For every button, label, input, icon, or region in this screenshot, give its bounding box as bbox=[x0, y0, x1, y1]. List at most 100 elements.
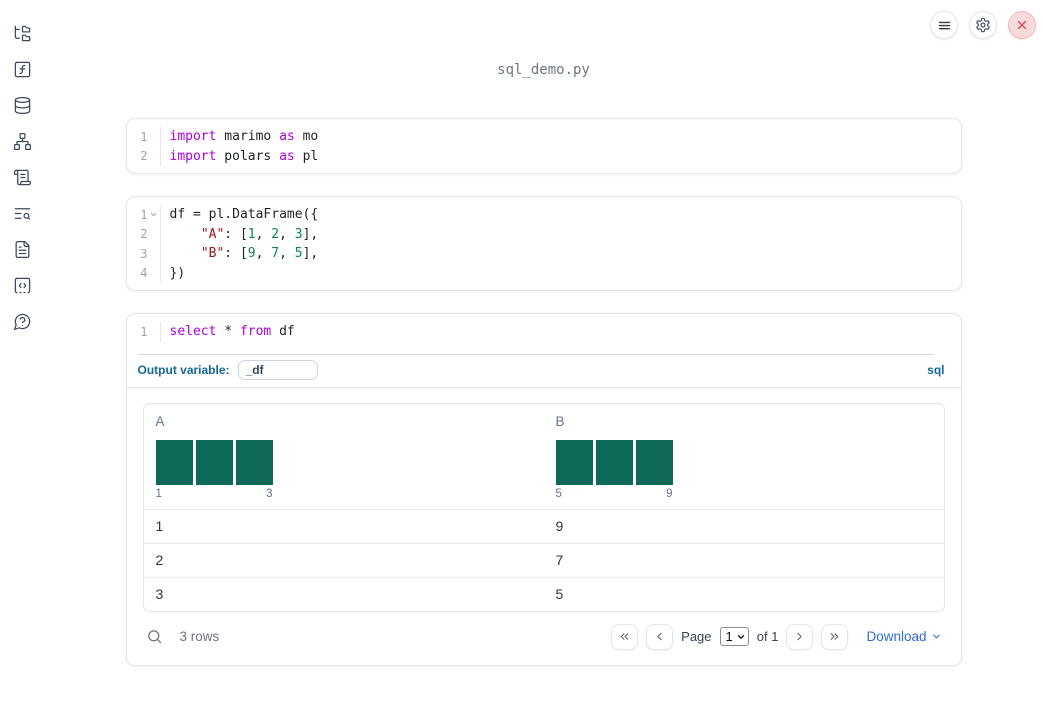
column-header-a[interactable]: A 1 3 bbox=[144, 404, 544, 509]
histogram-bar bbox=[235, 439, 273, 485]
next-page-button[interactable] bbox=[786, 623, 814, 650]
help-bubble-icon[interactable] bbox=[12, 311, 32, 331]
histogram-min-label: 5 bbox=[555, 487, 562, 500]
output-variable-input[interactable] bbox=[237, 359, 318, 380]
code-line[interactable]: "B": [9, 7, 5], bbox=[161, 244, 961, 264]
list-search-icon[interactable] bbox=[12, 203, 32, 223]
column-name: B bbox=[555, 413, 565, 429]
code-line[interactable]: "A": [1, 2, 3], bbox=[161, 225, 961, 245]
last-page-button[interactable] bbox=[821, 623, 849, 650]
line-number: 1 bbox=[127, 205, 160, 225]
network-icon[interactable] bbox=[12, 131, 32, 151]
chevron-left-icon bbox=[657, 632, 662, 641]
page-label: Page bbox=[681, 629, 712, 644]
table-row[interactable]: 27 bbox=[143, 544, 944, 578]
fold-slot-empty bbox=[148, 228, 160, 240]
gutter: 1234 bbox=[127, 205, 161, 283]
table-row[interactable]: 19 bbox=[143, 510, 944, 544]
code-cell-imports[interactable]: 12 import marimo as mo import polars as p… bbox=[125, 118, 962, 174]
code-lines[interactable]: df = pl.DataFrame({ "A": [1, 2, 3], "B":… bbox=[161, 205, 961, 283]
dataframe-table: A 1 3 B 5 9 1 9 2 7 3 5 bbox=[142, 402, 945, 612]
column-name: A bbox=[155, 413, 165, 429]
table-cell: 2 bbox=[155, 552, 164, 568]
code-lines[interactable]: import marimo as mo import polars as pl bbox=[161, 127, 961, 166]
code-line[interactable]: select * from df bbox=[161, 322, 961, 342]
column-histogram bbox=[155, 439, 532, 485]
code-editor[interactable]: 1234 df = pl.DataFrame({ "A": [1, 2, 3],… bbox=[127, 197, 961, 290]
table-header: A 1 3 B 5 9 bbox=[143, 404, 944, 510]
histogram-range-labels: 1 3 bbox=[156, 488, 273, 500]
page-select-value: 1 bbox=[725, 629, 733, 644]
table-cell: 1 bbox=[155, 518, 164, 534]
histogram-bar bbox=[595, 439, 633, 485]
previous-page-button[interactable] bbox=[646, 623, 674, 650]
table-body: 192735 bbox=[143, 510, 944, 611]
line-number: 3 bbox=[127, 244, 160, 264]
cell-column: 12 import marimo as mo import polars as p… bbox=[125, 118, 962, 666]
download-label: Download bbox=[866, 629, 927, 644]
pagination: Page 1 of 1 Download bbox=[611, 623, 941, 650]
chevrons-left-icon bbox=[620, 633, 629, 640]
page-select[interactable]: 1 bbox=[719, 627, 749, 646]
histogram-bar bbox=[555, 439, 593, 485]
fold-chevron-icon[interactable] bbox=[148, 209, 160, 221]
code-cell-dataframe[interactable]: 1234 df = pl.DataFrame({ "A": [1, 2, 3],… bbox=[125, 196, 962, 291]
download-button[interactable]: Download bbox=[866, 629, 941, 644]
chevrons-right-icon bbox=[831, 633, 839, 640]
table-cell: 5 bbox=[555, 586, 564, 602]
scroll-icon[interactable] bbox=[12, 167, 32, 187]
fold-slot-empty bbox=[148, 248, 160, 260]
page-of-label: of 1 bbox=[756, 629, 779, 644]
row-count-label: 3 rows bbox=[179, 629, 220, 644]
line-number: 2 bbox=[127, 147, 160, 167]
database-icon[interactable] bbox=[12, 95, 32, 115]
histogram-range-labels: 5 9 bbox=[556, 488, 673, 500]
first-page-button[interactable] bbox=[611, 623, 639, 650]
histogram-min-label: 1 bbox=[155, 487, 162, 500]
table-row[interactable]: 35 bbox=[144, 578, 944, 611]
filename-title: sql_demo.py bbox=[497, 62, 590, 78]
sql-output-area: A 1 3 B 5 9 1 9 2 7 3 5 3 rows Page 1 of… bbox=[127, 388, 961, 665]
sql-cell[interactable]: 1 select * from df Output variable: sql … bbox=[125, 313, 962, 666]
language-badge[interactable]: sql bbox=[927, 363, 944, 377]
fold-slot-empty bbox=[148, 326, 160, 338]
function-square-icon[interactable] bbox=[12, 59, 32, 79]
table-cell: 7 bbox=[555, 552, 564, 568]
code-line[interactable]: import polars as pl bbox=[161, 147, 961, 167]
chevron-down-icon bbox=[932, 634, 940, 639]
chevron-right-icon bbox=[797, 632, 803, 641]
notebook-main: sql_demo.py 12 import marimo as mo import… bbox=[44, 0, 1043, 688]
code-box-icon[interactable] bbox=[12, 275, 32, 295]
fold-slot-empty bbox=[148, 150, 160, 162]
code-line[interactable]: df = pl.DataFrame({ bbox=[161, 205, 961, 225]
histogram-bar bbox=[195, 439, 233, 485]
line-number: 4 bbox=[127, 264, 160, 284]
fold-slot-empty bbox=[148, 131, 160, 143]
file-tree-icon[interactable] bbox=[12, 23, 32, 43]
line-number: 2 bbox=[127, 225, 160, 245]
column-histogram bbox=[555, 439, 932, 485]
histogram-bar bbox=[155, 439, 193, 485]
line-number: 1 bbox=[127, 322, 160, 342]
histogram-bar bbox=[635, 439, 673, 485]
code-editor[interactable]: 1 select * from df bbox=[127, 314, 961, 349]
marimo-app: sql_demo.py 12 import marimo as mo import… bbox=[0, 0, 1043, 713]
output-variable-label: Output variable: bbox=[137, 362, 230, 377]
column-header-b[interactable]: B 5 9 bbox=[544, 404, 944, 509]
code-line[interactable]: import marimo as mo bbox=[161, 127, 961, 147]
gutter: 12 bbox=[127, 127, 161, 166]
fold-slot-empty bbox=[148, 267, 160, 279]
document-icon[interactable] bbox=[12, 239, 32, 259]
line-number: 1 bbox=[127, 127, 160, 147]
search-button[interactable] bbox=[146, 628, 163, 645]
gutter: 1 bbox=[127, 322, 161, 342]
search-icon bbox=[147, 630, 161, 644]
code-lines[interactable]: select * from df bbox=[161, 322, 961, 342]
code-editor[interactable]: 12 import marimo as mo import polars as p… bbox=[127, 119, 961, 173]
table-cell: 3 bbox=[155, 586, 164, 602]
histogram-max-label: 3 bbox=[266, 487, 273, 500]
histogram-max-label: 9 bbox=[666, 487, 673, 500]
table-cell: 9 bbox=[555, 518, 564, 534]
output-variable-row: Output variable: sql bbox=[127, 355, 961, 387]
code-line[interactable]: }) bbox=[161, 264, 961, 284]
